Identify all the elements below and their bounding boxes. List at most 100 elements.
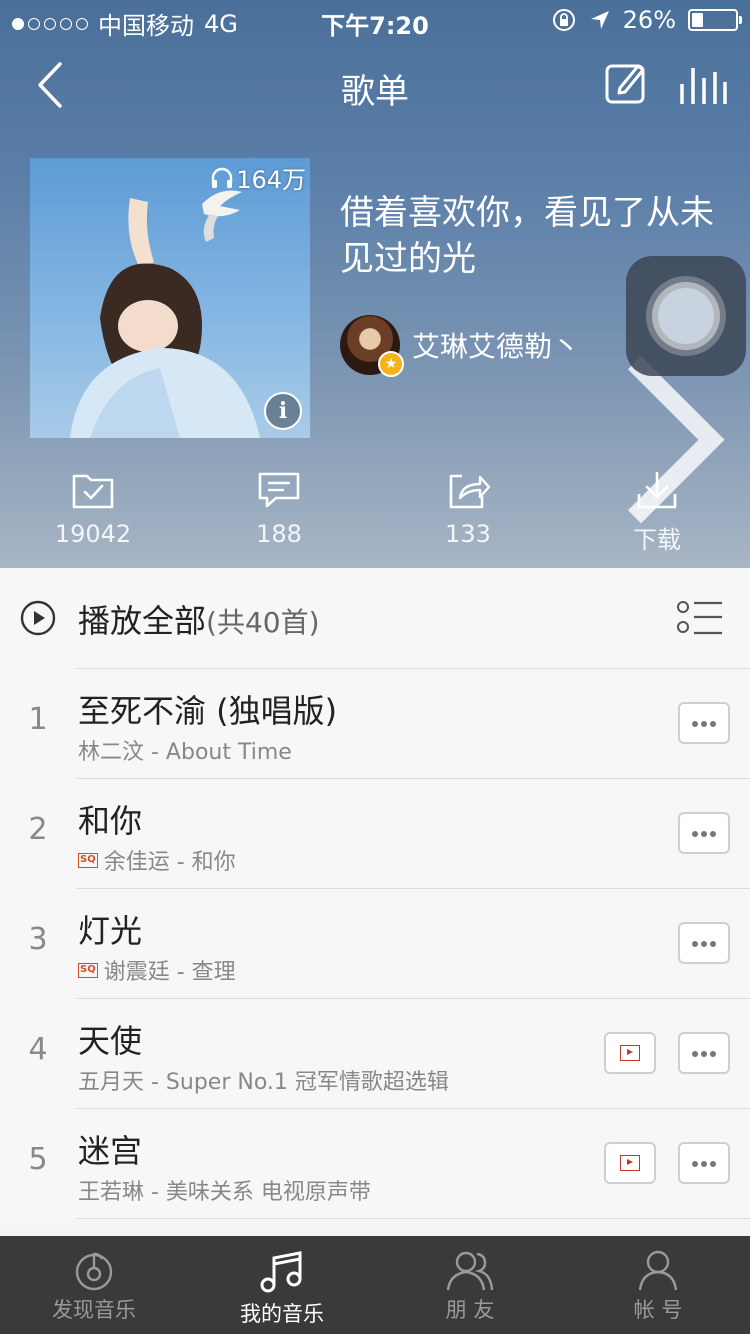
more-dot-icon: [710, 721, 716, 727]
play-all-text: 播放全部: [78, 602, 207, 640]
playlist-header: 中国移动 4G 下午7:20 26% 歌单 164万 i 借着喜欢你，看见了从未…: [0, 0, 750, 568]
song-artist-album: 五月天 - Super No.1 冠军情歌超选辑: [78, 1070, 449, 1095]
headphones-icon: [211, 167, 233, 188]
song-index: 2: [28, 812, 48, 847]
tab-label: 发现音乐: [52, 1298, 136, 1322]
more-options-button[interactable]: [678, 702, 730, 744]
tab-friends[interactable]: 朋 友: [376, 1236, 564, 1334]
sq-badge-icon: SQ: [78, 962, 98, 978]
download-icon: [637, 471, 677, 509]
info-icon[interactable]: i: [264, 392, 302, 430]
friends-icon: [446, 1251, 494, 1291]
mv-button[interactable]: [604, 1032, 656, 1074]
more-dot-icon: [710, 1161, 716, 1167]
song-artist-album: 王若琳 - 美味关系 电视原声带: [78, 1180, 371, 1205]
share-icon: [449, 474, 490, 509]
share-button[interactable]: 133: [393, 470, 543, 548]
more-dot-icon: [701, 831, 707, 837]
song-artist-album: 谢震廷 - 查理: [103, 960, 236, 985]
nav-bar: 歌单: [0, 50, 750, 120]
song-meta: SQ 谢震廷 - 查理: [78, 954, 236, 986]
song-title: 至死不渝 (独唱版): [78, 692, 338, 730]
song-meta: 王若琳 - 美味关系 电视原声带: [78, 1174, 371, 1206]
tab-label: 帐 号: [633, 1298, 683, 1322]
song-meta: 林二汶 - About Time: [78, 734, 292, 766]
tab-discover-music[interactable]: 发现音乐: [0, 1236, 188, 1334]
song-row[interactable]: 1 至死不渝 (独唱版) 林二汶 - About Time: [0, 668, 750, 778]
cover-artwork: [70, 190, 260, 438]
song-title: 和你: [78, 802, 143, 840]
collect-button[interactable]: 19042: [18, 470, 168, 548]
play-count: 164万: [210, 160, 306, 195]
collect-folder-icon: [72, 474, 114, 509]
song-title: 灯光: [78, 912, 143, 950]
creator-avatar: ★: [340, 315, 404, 377]
account-icon: [638, 1250, 678, 1291]
now-playing-bars-icon[interactable]: [678, 60, 728, 106]
play-circle-icon[interactable]: [20, 600, 56, 636]
status-bar: 中国移动 4G 下午7:20 26%: [0, 0, 750, 40]
mv-video-icon: [620, 1155, 640, 1171]
play-all-count: (共40首): [206, 606, 320, 639]
more-dot-icon: [692, 721, 698, 727]
play-count-value: 164万: [236, 166, 306, 194]
rotation-lock-icon: [552, 9, 575, 31]
more-dot-icon: [701, 1161, 707, 1167]
creator-name: 艾琳艾德勒丶: [412, 330, 581, 363]
mv-button[interactable]: [604, 1142, 656, 1184]
share-count: 133: [445, 520, 491, 548]
more-dot-icon: [710, 831, 716, 837]
location-icon: [590, 11, 609, 29]
multi-select-icon[interactable]: [676, 600, 724, 636]
more-options-button[interactable]: [678, 812, 730, 854]
battery-icon: [688, 9, 742, 31]
more-dot-icon: [701, 1051, 707, 1057]
song-index: 4: [28, 1032, 48, 1067]
more-options-button[interactable]: [678, 1032, 730, 1074]
play-all-row[interactable]: 播放全部(共40首): [0, 568, 750, 668]
song-index: 1: [28, 702, 48, 737]
discover-music-icon: [75, 1252, 113, 1291]
play-all-label[interactable]: 播放全部(共40首): [78, 596, 320, 642]
song-title: 天使: [78, 1022, 143, 1060]
mv-video-icon: [620, 1045, 640, 1061]
edit-icon[interactable]: [604, 60, 648, 106]
comment-icon: [258, 472, 300, 508]
song-title: 迷宫: [78, 1132, 143, 1170]
more-dot-icon: [701, 941, 707, 947]
assistive-touch-button[interactable]: [626, 256, 746, 376]
tab-label: 我的音乐: [240, 1302, 324, 1326]
tab-account[interactable]: 帐 号: [564, 1236, 750, 1334]
more-dot-icon: [692, 1051, 698, 1057]
more-dot-icon: [701, 721, 707, 727]
download-label: 下载: [633, 526, 681, 554]
more-options-button[interactable]: [678, 1142, 730, 1184]
creator-link[interactable]: ★ 艾琳艾德勒丶: [340, 314, 581, 377]
song-index: 5: [28, 1142, 48, 1177]
song-row[interactable]: 4 天使五月天 - Super No.1 冠军情歌超选辑: [0, 998, 750, 1108]
collect-count: 19042: [54, 520, 132, 548]
more-dot-icon: [692, 1161, 698, 1167]
song-list: 播放全部(共40首) 1 至死不渝 (独唱版) 林二汶 - About Time 2 和…: [0, 568, 750, 1219]
more-dot-icon: [692, 831, 698, 837]
my-music-icon: [260, 1251, 302, 1293]
more-options-button[interactable]: [678, 922, 730, 964]
list-divider: [76, 1218, 750, 1219]
song-row[interactable]: 2 和你 SQ 余佳运 - 和你: [0, 778, 750, 888]
battery-percent: 26%: [622, 6, 676, 34]
more-dot-icon: [710, 941, 716, 947]
star-badge-icon: ★: [378, 351, 404, 377]
song-artist-album: 余佳运 - 和你: [103, 850, 236, 875]
action-row: 19042 188 133 下载: [0, 470, 750, 560]
playlist-cover[interactable]: 164万 i: [30, 158, 310, 438]
song-meta: 五月天 - Super No.1 冠军情歌超选辑: [78, 1064, 449, 1096]
song-row[interactable]: 5 迷宫王若琳 - 美味关系 电视原声带: [0, 1108, 750, 1218]
song-index: 3: [28, 922, 48, 957]
tab-my-music[interactable]: 我的音乐: [188, 1236, 376, 1334]
comment-count: 188: [256, 520, 302, 548]
comment-button[interactable]: 188: [204, 470, 354, 548]
tab-bar: 发现音乐 我的音乐 朋 友 帐 号: [0, 1236, 750, 1334]
more-dot-icon: [710, 1051, 716, 1057]
download-button[interactable]: 下载: [582, 470, 732, 555]
song-row[interactable]: 3 灯光 SQ 谢震廷 - 查理: [0, 888, 750, 998]
